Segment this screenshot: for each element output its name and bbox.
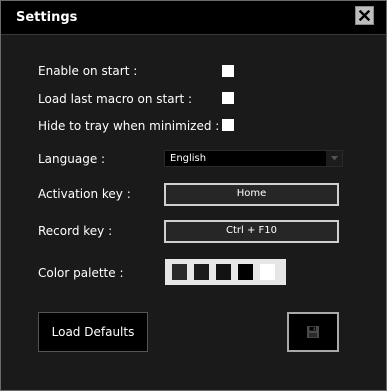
record-key-input[interactable]: Ctrl + F10	[164, 220, 339, 243]
language-select-value: English	[170, 153, 207, 164]
activation-key-input[interactable]: Home	[164, 183, 339, 206]
color-swatch-5[interactable]	[260, 264, 275, 280]
color-swatch-2[interactable]	[194, 264, 209, 280]
activation-key-label: Activation key :	[38, 187, 131, 201]
hide-to-tray-checkbox[interactable]	[222, 119, 234, 131]
color-swatch-4[interactable]	[238, 264, 253, 280]
color-swatch-1[interactable]	[172, 264, 187, 280]
load-defaults-button[interactable]: Load Defaults	[38, 312, 148, 352]
load-last-macro-label: Load last macro on start :	[38, 92, 193, 106]
close-button[interactable]	[355, 6, 374, 25]
color-swatch-3[interactable]	[216, 264, 231, 280]
window-title: Settings	[16, 10, 78, 25]
language-label: Language :	[38, 152, 106, 166]
hide-to-tray-label: Hide to tray when minimized :	[38, 119, 220, 133]
close-icon	[359, 10, 370, 21]
chevron-down-icon	[330, 156, 338, 161]
language-dropdown-button[interactable]	[326, 151, 342, 166]
language-select[interactable]: English	[164, 150, 343, 167]
settings-window: Settings Enable on start : Load last mac…	[0, 0, 387, 391]
record-key-label: Record key :	[38, 224, 113, 238]
enable-on-start-checkbox[interactable]	[222, 65, 234, 77]
load-last-macro-checkbox[interactable]	[222, 92, 234, 104]
floppy-disk-icon	[307, 326, 319, 338]
title-bar: Settings	[1, 1, 386, 35]
save-button[interactable]	[287, 312, 339, 352]
enable-on-start-label: Enable on start :	[38, 64, 138, 78]
color-palette-label: Color palette :	[38, 266, 124, 280]
color-palette	[165, 259, 286, 285]
